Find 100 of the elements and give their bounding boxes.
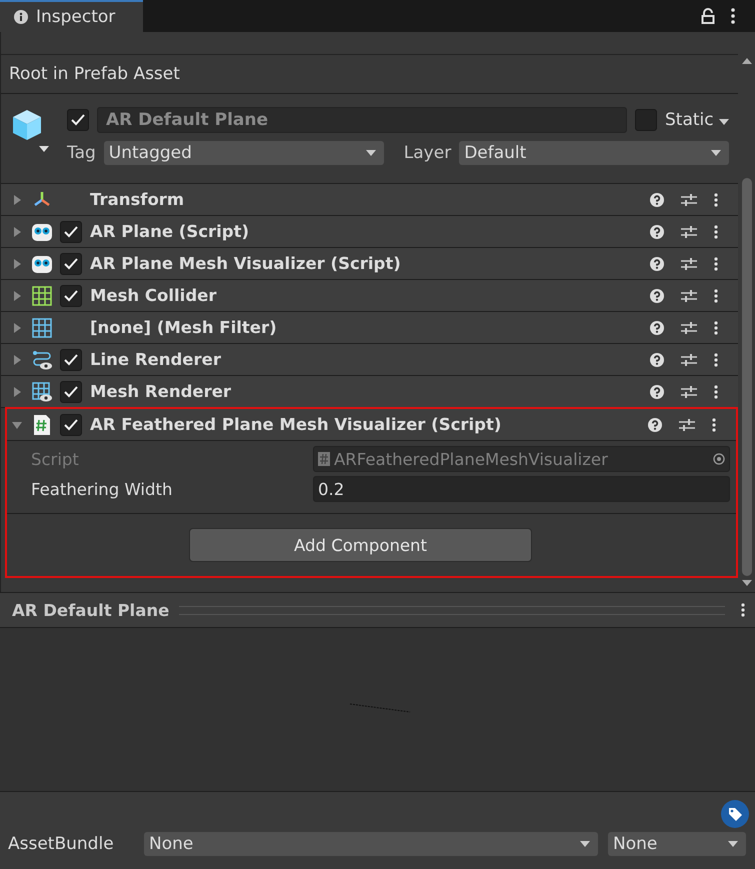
- object-picker-icon[interactable]: [713, 453, 725, 465]
- more-icon[interactable]: [714, 192, 718, 206]
- component-title: Mesh Renderer: [90, 382, 232, 401]
- add-component-button[interactable]: Add Component: [189, 528, 532, 562]
- hash-document-icon: [31, 414, 53, 436]
- foldout-icon[interactable]: [12, 354, 22, 364]
- component-header[interactable]: AR Feathered Plane Mesh Visualizer (Script): [7, 409, 736, 441]
- presets-icon[interactable]: [681, 192, 697, 206]
- check-icon: [64, 354, 78, 366]
- foldout-icon[interactable]: [12, 322, 22, 332]
- caret-icon: [728, 841, 738, 847]
- more-icon[interactable]: [714, 288, 718, 302]
- presets-icon[interactable]: [681, 224, 697, 238]
- name-field[interactable]: AR Default Plane: [97, 107, 627, 133]
- more-icon[interactable]: [714, 224, 718, 238]
- tag-label: Tag: [67, 143, 96, 163]
- foldout-icon[interactable]: [12, 290, 22, 300]
- check-icon: [64, 226, 78, 238]
- grid-icon: [31, 284, 53, 306]
- presets-icon[interactable]: [681, 384, 697, 398]
- component-title: AR Plane Mesh Visualizer (Script): [90, 254, 402, 273]
- foldout-icon[interactable]: [12, 420, 22, 430]
- component-checkbox[interactable]: [60, 414, 82, 436]
- component-checkbox[interactable]: [60, 220, 82, 242]
- caret-icon: [719, 119, 729, 125]
- scroll-down-icon[interactable]: [742, 580, 752, 586]
- active-checkbox[interactable]: [67, 109, 89, 131]
- foldout-icon[interactable]: [12, 226, 22, 236]
- lock-icon[interactable]: [701, 8, 715, 24]
- help-icon[interactable]: [648, 418, 662, 432]
- component-title: AR Feathered Plane Mesh Visualizer (Script): [90, 415, 502, 434]
- asset-bundle-dropdown[interactable]: None: [144, 832, 598, 856]
- preview-title: AR Default Plane: [12, 600, 170, 620]
- component-title: [none] (Mesh Filter): [90, 318, 278, 337]
- check-icon: [64, 386, 78, 398]
- inspector-tab[interactable]: Inspector: [0, 0, 143, 32]
- component-title: Mesh Collider: [90, 286, 218, 305]
- component-header[interactable]: AR Plane (Script): [1, 216, 738, 248]
- help-icon[interactable]: [650, 288, 664, 302]
- component-title: Transform: [90, 190, 186, 209]
- component-header[interactable]: Line Renderer: [1, 344, 738, 376]
- presets-icon[interactable]: [681, 352, 697, 366]
- more-icon[interactable]: [714, 256, 718, 270]
- static-checkbox[interactable]: [634, 109, 657, 131]
- foldout-icon[interactable]: [12, 258, 22, 268]
- help-icon[interactable]: [650, 352, 664, 366]
- more-icon[interactable]: [712, 418, 716, 432]
- component-header[interactable]: Mesh Collider: [1, 280, 738, 312]
- component-header[interactable]: Transform: [1, 184, 738, 216]
- check-icon: [64, 290, 78, 302]
- check-icon: [64, 418, 78, 430]
- static-dropdown[interactable]: Static: [664, 110, 729, 130]
- grid-eye-icon: [31, 380, 53, 402]
- help-icon[interactable]: [650, 384, 664, 398]
- layer-dropdown[interactable]: Default: [459, 141, 729, 165]
- plane-preview-drawing: [349, 703, 411, 713]
- presets-icon[interactable]: [681, 320, 697, 334]
- script-field: ARFeatheredPlaneMeshVisualizer: [313, 446, 730, 472]
- component-checkbox[interactable]: [60, 252, 82, 274]
- more-icon[interactable]: [741, 603, 745, 617]
- presets-icon[interactable]: [679, 418, 695, 432]
- component-checkbox[interactable]: [60, 284, 82, 306]
- check-icon: [71, 114, 85, 126]
- component-checkbox[interactable]: [60, 348, 82, 370]
- more-icon[interactable]: [731, 8, 735, 24]
- presets-icon[interactable]: [681, 256, 697, 270]
- more-icon[interactable]: [714, 320, 718, 334]
- component-header[interactable]: Mesh Renderer: [1, 376, 738, 408]
- property-label: Feathering Width: [31, 480, 174, 498]
- property-label: Script: [31, 450, 80, 468]
- curve-icon: [31, 348, 53, 370]
- caret-icon: [366, 150, 376, 156]
- tag-dropdown[interactable]: Untagged: [104, 141, 384, 165]
- help-icon[interactable]: [650, 320, 664, 334]
- scroll-up-icon[interactable]: [742, 58, 752, 64]
- component-header[interactable]: AR Plane Mesh Visualizer (Script): [1, 248, 738, 280]
- width-field[interactable]: 0.2: [313, 476, 730, 502]
- grid-icon: [31, 316, 53, 338]
- layer-label: Layer: [404, 143, 452, 163]
- component-header[interactable]: [none] (Mesh Filter): [1, 312, 738, 344]
- more-icon[interactable]: [714, 384, 718, 398]
- foldout-icon[interactable]: [12, 194, 22, 204]
- scrollbar-thumb[interactable]: [742, 178, 752, 576]
- component-title: AR Plane (Script): [90, 222, 250, 241]
- info-icon: [14, 10, 28, 24]
- more-icon[interactable]: [714, 352, 718, 366]
- foldout-icon[interactable]: [12, 386, 22, 396]
- caret-icon: [711, 150, 721, 156]
- prefab-status-text: Root in Prefab Asset: [9, 64, 180, 84]
- presets-icon[interactable]: [681, 288, 697, 302]
- component-title: Line Renderer: [90, 350, 222, 369]
- cube-icon[interactable]: [11, 108, 51, 154]
- variant-dropdown[interactable]: None: [608, 832, 746, 856]
- help-icon[interactable]: [650, 192, 664, 206]
- check-icon: [64, 258, 78, 270]
- component-checkbox[interactable]: [60, 380, 82, 402]
- hash-document-icon: [318, 452, 330, 466]
- label-tag-icon[interactable]: [721, 800, 749, 828]
- help-icon[interactable]: [650, 224, 664, 238]
- help-icon[interactable]: [650, 256, 664, 270]
